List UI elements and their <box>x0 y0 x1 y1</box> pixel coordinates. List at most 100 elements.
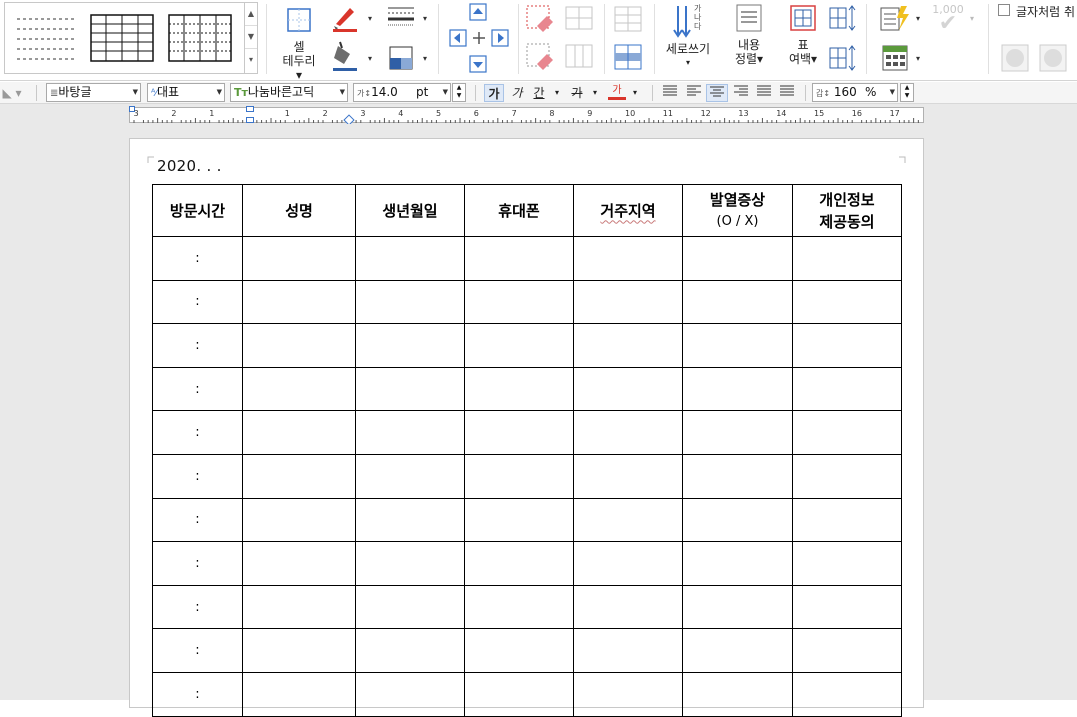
cell-visit-time[interactable]: : <box>152 584 243 630</box>
cell-fever[interactable] <box>682 671 793 717</box>
cell-residence[interactable] <box>573 366 683 412</box>
cell-name[interactable] <box>242 584 356 630</box>
strikethrough-button[interactable]: 가 <box>568 84 586 102</box>
cell-birthdate[interactable] <box>355 366 465 412</box>
spinner-down-icon[interactable]: ▼ <box>453 92 465 100</box>
underline-button[interactable]: 간 <box>530 84 548 102</box>
cell-name[interactable] <box>242 410 356 455</box>
autofit-width-button[interactable] <box>828 44 858 74</box>
cell-residence[interactable] <box>573 541 683 586</box>
align-left-button[interactable] <box>684 84 704 102</box>
cell-privacy-consent[interactable] <box>792 236 902 281</box>
cell-visit-time[interactable]: : <box>152 453 243 499</box>
style-dropdown-icon[interactable]: ◣ ▾ <box>0 84 24 102</box>
autofit-height-button[interactable] <box>828 4 858 34</box>
quick-calc-dropdown-icon[interactable]: ▾ <box>916 14 920 23</box>
cell-birthdate[interactable] <box>355 584 465 630</box>
cell-fever[interactable] <box>682 279 793 325</box>
merge-cells-button[interactable] <box>564 6 594 34</box>
pen-color-button[interactable] <box>328 4 362 34</box>
header-name[interactable]: 성명 <box>242 184 356 237</box>
cell-birthdate[interactable] <box>355 410 465 455</box>
cell-privacy-consent[interactable] <box>792 279 902 325</box>
gallery-scroll[interactable]: ▲ ▼ ▾ <box>244 3 257 73</box>
align-distribute-button[interactable] <box>754 84 774 102</box>
cell-visit-time[interactable]: : <box>152 628 243 673</box>
spinner-up-icon[interactable]: ▲ <box>453 84 465 92</box>
cell-fever[interactable] <box>682 366 793 412</box>
cell-fever[interactable] <box>682 628 793 673</box>
cell-phone[interactable] <box>464 541 574 586</box>
gallery-down-icon[interactable]: ▼ <box>245 26 257 49</box>
header-fever[interactable]: 발열증상 (O / X) <box>682 184 793 237</box>
left-indent-marker[interactable] <box>246 117 254 123</box>
cell-height-button[interactable] <box>614 6 642 32</box>
cell-privacy-consent[interactable] <box>792 410 902 455</box>
italic-button[interactable]: 가 <box>508 84 526 102</box>
cell-birthdate[interactable] <box>355 497 465 543</box>
cell-birthdate[interactable] <box>355 628 465 673</box>
gallery-up-icon[interactable]: ▲ <box>245 3 257 26</box>
line-spacing-combo[interactable]: 갑↕ 160 % ▼ <box>812 83 898 102</box>
fill-color-button[interactable] <box>328 40 362 74</box>
header-birthdate[interactable]: 생년월일 <box>355 184 465 237</box>
cell-residence[interactable] <box>573 410 683 455</box>
cell-phone[interactable] <box>464 279 574 325</box>
cell-birthdate[interactable] <box>355 671 465 717</box>
cell-visit-time[interactable]: : <box>152 323 243 368</box>
cell-phone[interactable] <box>464 236 574 281</box>
cell-phone[interactable] <box>464 410 574 455</box>
cell-birthdate[interactable] <box>355 236 465 281</box>
underline-dropdown-icon[interactable]: ▾ <box>552 84 562 102</box>
cell-visit-time[interactable]: : <box>152 410 243 455</box>
cell-residence[interactable] <box>573 453 683 499</box>
strikethrough-dropdown-icon[interactable]: ▾ <box>590 84 600 102</box>
cell-residence[interactable] <box>573 323 683 368</box>
cell-residence[interactable] <box>573 584 683 630</box>
cell-border-button[interactable]: 셀 테두리▾ <box>280 4 318 82</box>
table-style-gallery[interactable]: ▲ ▼ ▾ <box>4 2 258 74</box>
cell-privacy-consent[interactable] <box>792 323 902 368</box>
object-style-button-2[interactable] <box>1038 44 1068 74</box>
table-margin-button[interactable]: 표 여백▾ <box>782 4 824 74</box>
cell-privacy-consent[interactable] <box>792 584 902 630</box>
visitor-log-table[interactable]: 방문시간 성명 생년월일 휴대폰 거주지역 발열증상 (O / X) 개인정보 제공… <box>152 184 902 717</box>
cell-shade-button[interactable] <box>388 46 414 72</box>
header-privacy-consent[interactable]: 개인정보 제공동의 <box>792 184 902 237</box>
paragraph-style-combo[interactable]: ≣바탕글 ▼ <box>46 83 141 102</box>
cell-fever[interactable] <box>682 236 793 281</box>
align-center-button[interactable] <box>706 84 728 102</box>
cell-phone[interactable] <box>464 453 574 499</box>
header-visit-time[interactable]: 방문시간 <box>152 184 243 237</box>
erase-cells-button[interactable] <box>524 4 556 36</box>
cell-residence[interactable] <box>573 671 683 717</box>
cell-phone[interactable] <box>464 366 574 412</box>
erase-lines-button[interactable] <box>524 42 556 74</box>
align-split-button[interactable] <box>777 84 797 102</box>
cell-name[interactable] <box>242 323 356 368</box>
cell-birthdate[interactable] <box>355 541 465 586</box>
date-line[interactable]: 2020. . . <box>157 157 222 175</box>
cell-phone[interactable] <box>464 628 574 673</box>
cell-visit-time[interactable]: : <box>152 497 243 543</box>
header-phone[interactable]: 휴대폰 <box>464 184 574 237</box>
cell-birthdate[interactable] <box>355 279 465 325</box>
cell-birthdate[interactable] <box>355 453 465 499</box>
cell-visit-time[interactable]: : <box>152 671 243 717</box>
object-style-button-1[interactable] <box>1000 44 1030 74</box>
cell-name[interactable] <box>242 628 356 673</box>
cell-fever[interactable] <box>682 541 793 586</box>
cell-visit-time[interactable]: : <box>152 279 243 325</box>
formula-button[interactable] <box>878 44 912 74</box>
cell-fever[interactable] <box>682 323 793 368</box>
cell-residence[interactable] <box>573 236 683 281</box>
cell-privacy-consent[interactable] <box>792 497 902 543</box>
cell-phone[interactable] <box>464 671 574 717</box>
insert-cells-button[interactable] <box>448 2 510 74</box>
cell-width-button[interactable] <box>614 44 642 70</box>
line-style-dropdown-icon[interactable]: ▾ <box>423 14 427 23</box>
font-size-combo[interactable]: 가↕14.0 pt ▼ <box>353 83 451 102</box>
cell-privacy-consent[interactable] <box>792 541 902 586</box>
cell-privacy-consent[interactable] <box>792 453 902 499</box>
cell-name[interactable] <box>242 366 356 412</box>
